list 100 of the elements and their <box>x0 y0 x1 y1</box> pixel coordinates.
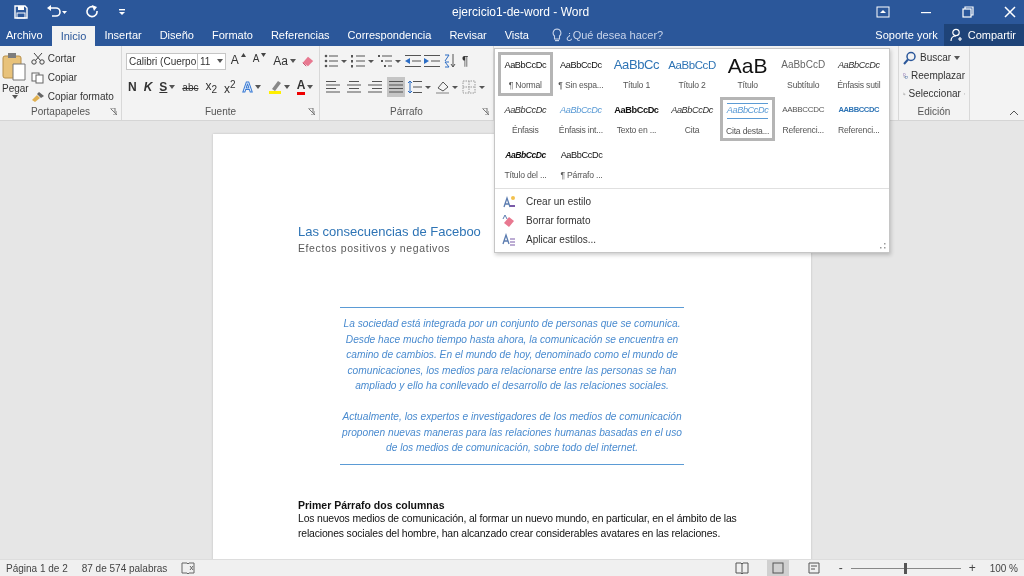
ribbon-tab[interactable]: Revisar <box>440 24 496 46</box>
align-button[interactable] <box>387 77 405 97</box>
ribbon-display-icon[interactable] <box>876 6 890 18</box>
group-label: Edición <box>916 106 952 119</box>
new-style-icon <box>502 194 516 209</box>
numbering-icon[interactable] <box>351 54 375 68</box>
menu-item[interactable]: Aplicar estilos... <box>498 230 597 249</box>
show-marks-button[interactable]: ¶ <box>460 51 471 71</box>
highlighter-icon <box>267 80 282 94</box>
ribbon-tab[interactable]: Diseño <box>150 24 203 46</box>
style-item[interactable]: AaBbCc Título 1 <box>609 52 664 96</box>
dialog-launcher-icon[interactable] <box>482 108 489 115</box>
font-button[interactable]: A <box>294 77 316 97</box>
multilevel-list-icon[interactable] <box>378 54 402 68</box>
style-item[interactable]: AaB Título <box>720 52 775 96</box>
style-item[interactable]: AaBbCcDc Énfasis <box>498 97 553 141</box>
customize-icon[interactable] <box>118 7 126 17</box>
ribbon-tab[interactable]: Insertar <box>95 24 151 46</box>
editing-button[interactable]: Buscar <box>903 49 965 66</box>
increase-indent-icon[interactable] <box>424 54 440 68</box>
clipboard-button[interactable]: Copiar <box>30 69 114 86</box>
zoom-level[interactable]: 100 % <box>989 562 1018 574</box>
font-button[interactable]: Aa <box>271 51 299 71</box>
style-item[interactable]: AaBbCcDc ¶ Párrafo ... <box>554 142 609 186</box>
font-button[interactable]: K <box>141 77 155 97</box>
close-icon[interactable] <box>1004 6 1016 18</box>
redo-icon[interactable] <box>86 5 100 19</box>
line-spacing-icon[interactable] <box>408 80 432 94</box>
up-caret-icon <box>240 53 246 57</box>
eraser-icon <box>502 213 516 228</box>
share-button[interactable]: Compartir <box>943 24 1024 46</box>
paragraph-heading: Primer Párrafo dos columnas <box>298 498 446 511</box>
document-subtitle: Efectos positivos y negativos <box>298 242 451 254</box>
font-button[interactable]: A <box>228 51 248 71</box>
style-item[interactable]: AaBbCcDc Énfasis sutil <box>831 52 887 96</box>
quote-paragraph: La sociedad está integrada por un conjunto de personas que se comunica. Desde hace mucho tiempo hasta ahora, la comunicación se encuentra en camino de cambios. En el mundo de hoy, denominado como el mundo de comunicaciones, los medios para relacionarse entre las personas se han ampliado y ello ha conllevado el desarrollo de las relaciones sociales. <box>342 317 682 394</box>
editing-button[interactable]: Reemplazar <box>903 67 965 84</box>
copy-icon <box>30 71 45 84</box>
font-button[interactable]: N <box>126 77 139 97</box>
save-icon[interactable] <box>14 5 28 19</box>
person-icon <box>949 28 964 42</box>
dialog-launcher-icon[interactable] <box>308 108 315 115</box>
style-item[interactable]: AaBbCcD Subtítulo <box>775 52 831 96</box>
group-label: Párrafo <box>389 106 424 119</box>
group-label: Fuente <box>203 106 238 119</box>
menu-item[interactable]: Crear un estilo <box>498 192 592 211</box>
ribbon-tab[interactable]: Correspondencia <box>338 24 441 46</box>
shading-icon[interactable] <box>435 80 459 94</box>
quote-paragraph: Actualmente, los expertos e investigadores de los medios de comunicación proponen nuevas maneras para las relaciones humanas basadas en el uso de los medios de comunicación, sobre todo del internet. <box>340 409 683 456</box>
ribbon-tab[interactable]: Formato <box>202 24 262 46</box>
editing-button[interactable]: Seleccionar <box>903 85 965 102</box>
style-item[interactable]: AABBCCDC Referenci... <box>775 97 831 141</box>
style-item[interactable]: AaBbCcDc Cita desta... <box>720 97 775 141</box>
style-item[interactable]: AaBbCcDc Texto en ... <box>609 97 664 141</box>
decrease-indent-icon[interactable] <box>405 54 421 68</box>
zoom-in-button[interactable]: + <box>968 561 976 575</box>
apply-styles-icon <box>502 232 516 247</box>
font-name-field[interactable]: Calibri (Cuerpo <box>126 52 198 70</box>
font-size-field[interactable]: 11 <box>197 52 226 70</box>
clipboard-button[interactable]: Cortar <box>30 50 114 67</box>
lightbulb-icon <box>551 28 562 42</box>
collapse-ribbon-icon[interactable] <box>1010 110 1018 115</box>
dialog-launcher-icon[interactable] <box>110 108 117 115</box>
font-button[interactable]: x$^{2}$ <box>222 77 238 97</box>
proofing-icon[interactable] <box>181 562 196 574</box>
zoom-out-button[interactable]: - <box>838 561 843 575</box>
bullets-icon[interactable] <box>324 54 348 68</box>
sort-icon[interactable] <box>443 53 457 69</box>
font-button[interactable]: x$_{2}$ <box>203 77 220 97</box>
window-title: ejercicio1-de-word - Word <box>452 5 590 19</box>
menu-item[interactable]: Borrar formato <box>498 211 591 230</box>
font-button[interactable]: S <box>157 77 178 97</box>
word-count[interactable]: 87 de 574 palabras <box>81 562 168 574</box>
style-item[interactable]: AaBbCcDc ¶ Sin espa... <box>553 52 609 96</box>
ribbon-tab[interactable]: Archivo <box>0 24 52 46</box>
clipboard-button[interactable]: Copiar formato <box>30 88 114 105</box>
scissors-icon <box>30 52 45 65</box>
zoom-slider-thumb[interactable] <box>904 562 908 574</box>
style-item[interactable]: AaBbCcDc Título del ... <box>498 142 553 186</box>
tell-me-field[interactable]: ¿Qué desea hacer? <box>565 29 686 41</box>
print-view-button[interactable] <box>766 560 789 576</box>
user-name[interactable]: Soporte york <box>875 29 944 41</box>
page-count[interactable]: Página 1 de 2 <box>6 562 68 574</box>
resize-grip-icon[interactable] <box>880 243 886 249</box>
style-item[interactable]: AaBbCcDc ¶ Normal <box>498 52 553 96</box>
brush-icon <box>30 90 45 103</box>
ribbon-tab[interactable]: Inicio <box>51 26 96 46</box>
font-button[interactable]: A <box>250 51 269 71</box>
eraser-icon[interactable] <box>301 54 315 68</box>
style-item[interactable]: AaBbCcD Título 2 <box>664 52 720 96</box>
paste-button[interactable]: Pegar <box>2 50 29 106</box>
restore-icon[interactable] <box>962 6 974 18</box>
style-item[interactable]: AaBbCcDc Cita <box>664 97 720 141</box>
undo-icon[interactable] <box>46 5 68 19</box>
style-item[interactable]: AaBbCcDc Énfasis int... <box>553 97 609 141</box>
search-icon <box>903 50 917 65</box>
document-title: Las consecuencias de Faceboo <box>298 224 481 239</box>
font-button[interactable]: abc <box>180 77 201 97</box>
ribbon-tab[interactable]: Referencias <box>261 24 339 46</box>
ribbon-tab[interactable]: Vista <box>495 24 538 46</box>
